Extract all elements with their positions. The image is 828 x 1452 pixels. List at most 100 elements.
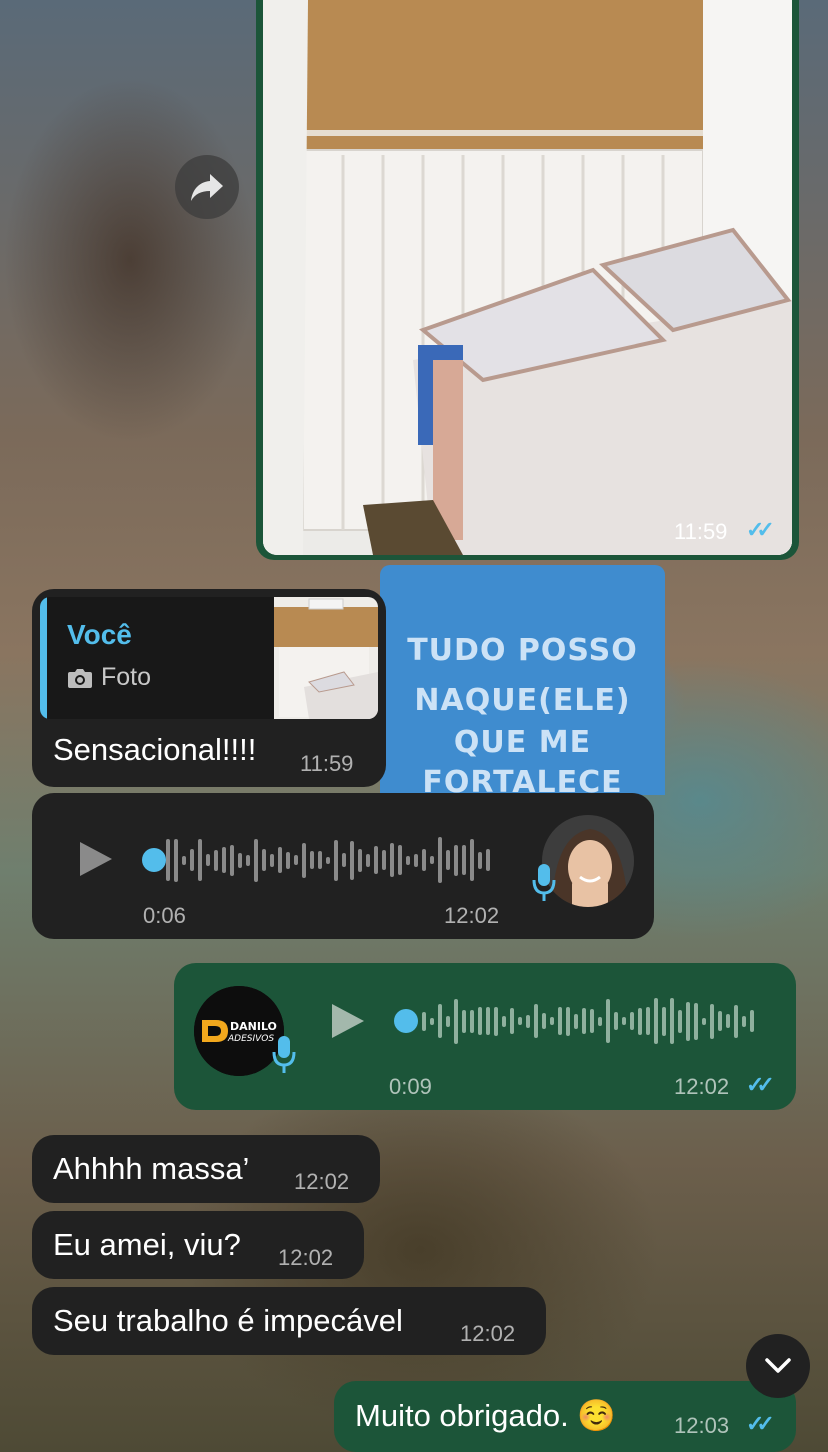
waveform-bar	[502, 1015, 506, 1027]
message-time: 12:02	[278, 1245, 334, 1270]
waveform-bar	[702, 1017, 706, 1025]
waveform-bar	[390, 843, 394, 877]
waveform-bar	[374, 846, 378, 874]
waveform-bar	[686, 1001, 690, 1041]
waveform-bar	[558, 1007, 562, 1035]
waveform-bar	[478, 1007, 482, 1035]
scroll-to-bottom-button[interactable]	[746, 1334, 810, 1398]
outgoing-message-bubble[interactable]: Muito obrigado. ☺️ 12:03 ✓✓	[334, 1381, 796, 1452]
waveform-bar	[206, 854, 210, 866]
waveform-bar	[430, 1017, 434, 1025]
danilo-adesivos-logo: DANILO ADESIVOS	[194, 986, 284, 1076]
voice-progress-thumb[interactable]	[142, 848, 166, 872]
message-time: 12:02	[294, 1169, 350, 1194]
waveform-bar	[198, 839, 202, 881]
photo-message-time: 11:59	[674, 519, 728, 544]
voice-waveform[interactable]	[422, 996, 754, 1046]
svg-text:ADESIVOS: ADESIVOS	[227, 1034, 274, 1044]
waveform-bar	[366, 853, 370, 867]
waveform-bar	[630, 1012, 634, 1030]
play-icon	[332, 1004, 364, 1038]
double-check-icon: ✓✓	[746, 1072, 775, 1097]
quoted-message[interactable]: Você Foto	[40, 597, 378, 719]
quote-type: Foto	[67, 663, 151, 692]
waveform-bar	[638, 1007, 642, 1035]
quote-author: Você	[67, 619, 132, 650]
waveform-bar	[334, 839, 338, 881]
shirt-text-line: NAQUE(ELE)	[414, 683, 631, 718]
waveform-bar	[518, 1017, 522, 1025]
reply-message-time: 11:59	[300, 751, 354, 776]
waveform-bar	[230, 844, 234, 876]
waveform-bar	[302, 842, 306, 878]
forward-button[interactable]	[175, 155, 239, 219]
waveform-bar	[526, 1014, 530, 1028]
waveform-bar	[214, 849, 218, 871]
voice-duration: 0:09	[389, 1074, 432, 1099]
shirt-text-line: TUDO POSSO	[407, 633, 638, 668]
message-text: Eu amei, viu?	[53, 1227, 241, 1262]
waveform-bar	[622, 1017, 626, 1025]
message-text: Ahhhh massa’	[53, 1151, 250, 1186]
waveform-bar	[398, 845, 402, 875]
waveform-bar	[590, 1009, 594, 1033]
waveform-bar	[454, 844, 458, 876]
voice-time: 12:02	[444, 903, 500, 928]
waveform-bar	[646, 1007, 650, 1035]
waveform-bar	[462, 1009, 466, 1033]
message-bubble[interactable]: Seu trabalho é impecável 12:02	[32, 1287, 546, 1355]
voice-progress-thumb[interactable]	[394, 1009, 418, 1033]
double-check-icon: ✓✓	[746, 1411, 775, 1436]
waveform-bar	[350, 840, 354, 880]
chevron-down-icon	[765, 1358, 791, 1373]
waveform-bar	[278, 847, 282, 873]
voice-waveform[interactable]	[166, 835, 490, 885]
avatar[interactable]: DANILO ADESIVOS	[194, 986, 284, 1076]
waveform-bar	[678, 1009, 682, 1033]
voice-duration: 0:06	[143, 903, 186, 928]
waveform-bar	[670, 998, 674, 1044]
waveform-bar	[246, 854, 250, 866]
waveform-bar	[614, 1012, 618, 1030]
message-time: 12:02	[460, 1321, 516, 1346]
svg-text:DANILO: DANILO	[230, 1020, 277, 1033]
waveform-bar	[174, 838, 178, 882]
waveform-bar	[574, 1013, 578, 1029]
waveform-bar	[542, 1013, 546, 1029]
waveform-bar	[422, 849, 426, 871]
waveform-bar	[494, 1006, 498, 1036]
waveform-bar	[446, 850, 450, 870]
waveform-bar	[470, 839, 474, 881]
quote-thumbnail	[274, 597, 378, 719]
bedroom-photo[interactable]	[263, 0, 792, 555]
waveform-bar	[486, 849, 490, 871]
waveform-bar	[262, 849, 266, 871]
voice-time: 12:02	[674, 1074, 730, 1099]
waveform-bar	[742, 1015, 746, 1027]
quote-type-label: Foto	[101, 663, 152, 691]
waveform-bar	[726, 1014, 730, 1028]
waveform-bar	[662, 1006, 666, 1036]
waveform-bar	[478, 851, 482, 869]
waveform-bar	[694, 1002, 698, 1040]
message-bubble[interactable]: Eu amei, viu? 12:02	[32, 1211, 364, 1279]
waveform-bar	[382, 850, 386, 870]
microphone-icon	[532, 862, 556, 907]
waveform-bar	[342, 853, 346, 867]
waveform-bar	[462, 845, 466, 875]
waveform-bar	[222, 847, 226, 873]
waveform-bar	[294, 855, 298, 865]
message-bubble[interactable]: Ahhhh massa’ 12:02	[32, 1135, 380, 1203]
voice-play-button[interactable]	[330, 1002, 366, 1045]
microphone-icon	[272, 1034, 296, 1079]
waveform-bar	[422, 1011, 426, 1031]
voice-play-button[interactable]	[78, 840, 114, 883]
waveform-bar	[326, 856, 330, 864]
reply-message-text: Sensacional!!!!	[53, 732, 257, 767]
waveform-bar	[182, 855, 186, 865]
shirt-text-line: QUE ME	[453, 725, 592, 760]
waveform-bar	[238, 852, 242, 868]
waveform-bar	[534, 1004, 538, 1038]
waveform-bar	[438, 1004, 442, 1038]
forward-icon	[191, 174, 223, 201]
